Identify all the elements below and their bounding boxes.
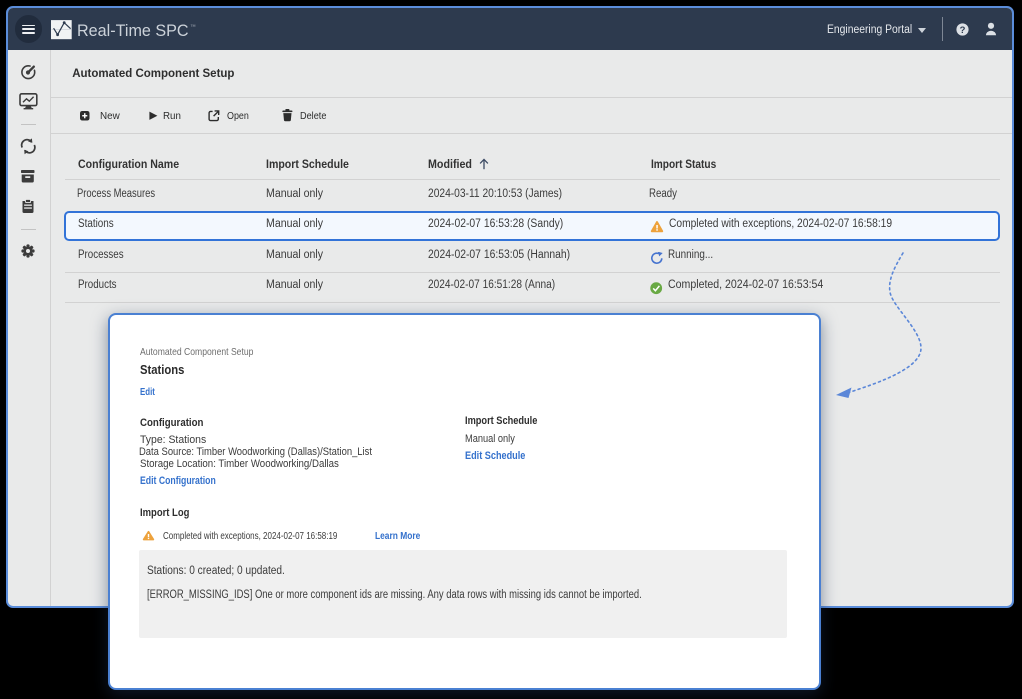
svg-text:?: ? — [960, 25, 966, 36]
